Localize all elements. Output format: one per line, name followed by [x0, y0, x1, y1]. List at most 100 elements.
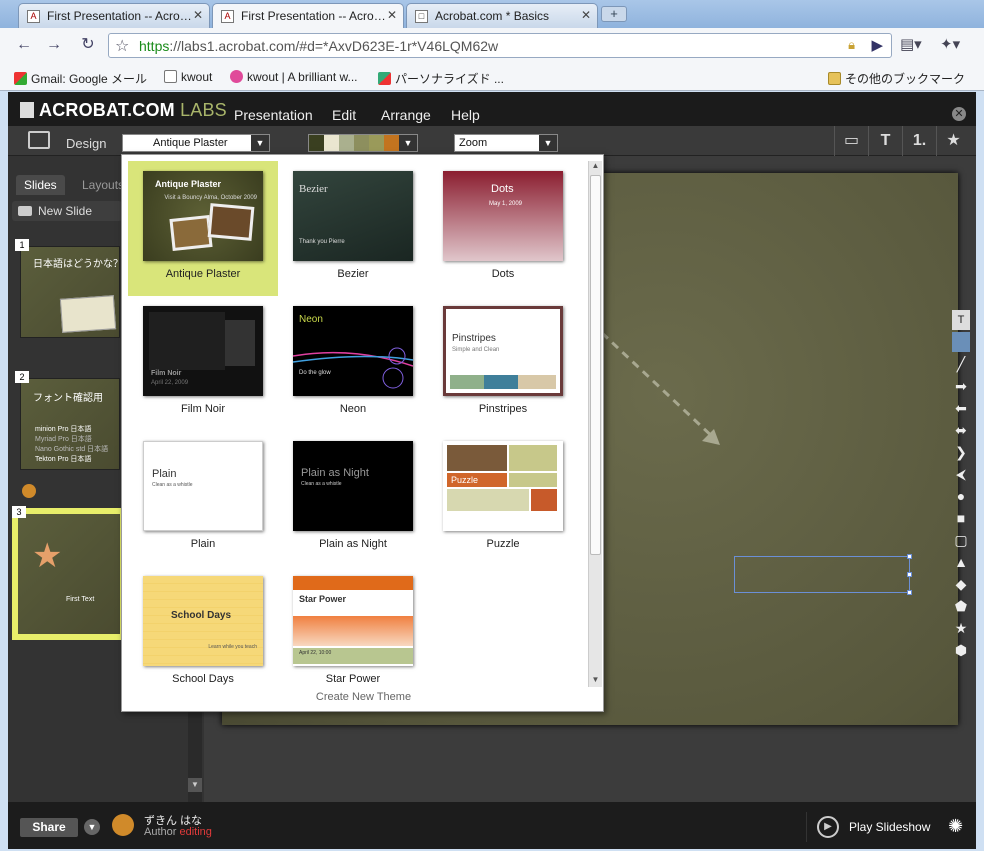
color-bar — [450, 375, 484, 389]
back-icon[interactable]: ← — [12, 34, 36, 56]
theme-select[interactable]: Antique Plaster ▼ — [122, 134, 270, 152]
theme-thumbnail: Dots May 1, 2009 — [443, 171, 563, 261]
theme-plain[interactable]: Plain Clean as a whistle Plain — [128, 431, 278, 566]
decor-block — [149, 312, 225, 370]
theme-dots[interactable]: Dots May 1, 2009 Dots — [428, 161, 578, 296]
bookmark-kwout[interactable]: kwout — [164, 70, 212, 84]
tab-layouts[interactable]: Layouts — [82, 178, 124, 192]
bookmark-personalized[interactable]: パーソナライズド ... — [378, 70, 504, 87]
zoom-select[interactable]: Zoom ▼ — [454, 134, 558, 152]
slide-number: 2 — [15, 371, 29, 383]
pentagon-icon[interactable]: ⬟ — [952, 596, 970, 616]
arrow-right-icon[interactable]: ➡ — [952, 376, 970, 396]
theme-puzzle[interactable]: Puzzle Puzzle — [428, 431, 578, 566]
forward-icon[interactable]: → — [42, 34, 66, 56]
slide-thumbnail-2[interactable]: 2 フォント確認用 minion Pro 日本語 Myriad Pro 日本語 … — [15, 371, 120, 470]
close-tab-icon[interactable]: ✕ — [581, 8, 591, 22]
pdf-icon: A — [221, 10, 234, 23]
diamond-icon[interactable]: ◆ — [952, 574, 970, 594]
new-slide-button[interactable]: New Slide — [12, 201, 122, 221]
theme-thumbnail: Star Power April 22, 10:00 — [293, 576, 413, 666]
chevron-icon[interactable]: ❯ — [952, 442, 970, 462]
shape-toolbar: T ╱ ➡ ⬅ ⬌ ❯ ⮜ ● ■ ▢ ▲ ◆ ⬟ ★ ⬢ — [952, 310, 972, 662]
create-new-theme-link[interactable]: Create New Theme — [122, 691, 605, 703]
theme-school-days[interactable]: School Days Learn while you teach School… — [128, 566, 278, 701]
puzzle-block — [531, 489, 557, 511]
arrow-left-icon[interactable]: ⬅ — [952, 398, 970, 418]
theme-thumbnail: Neon Do the glow — [293, 306, 413, 396]
slide-number: 1 — [15, 239, 29, 251]
line-icon[interactable]: ╱ — [952, 354, 970, 374]
resize-handle[interactable] — [907, 590, 912, 595]
palette-swatch — [324, 135, 339, 151]
triangle-icon[interactable]: ▲ — [952, 552, 970, 572]
star-tool-button[interactable]: ★ — [936, 126, 970, 156]
resize-handle[interactable] — [907, 572, 912, 577]
folder-icon — [828, 72, 841, 85]
go-icon[interactable]: ▶ — [871, 36, 883, 54]
bookmark-star-icon[interactable]: ☆ — [115, 36, 129, 56]
menu-presentation[interactable]: Presentation — [234, 107, 313, 123]
theme-star-power[interactable]: Star Power April 22, 10:00 Star Power — [278, 566, 428, 701]
puzzle-block — [509, 445, 557, 471]
star-shape-icon[interactable]: ★ — [952, 618, 970, 638]
text-tool-button[interactable]: T — [868, 126, 902, 156]
slide-thumbnail-3[interactable]: 3 ★ First Text — [12, 506, 126, 640]
theme-neon[interactable]: Neon Do the glow Neon — [278, 296, 428, 431]
close-tab-icon[interactable]: ✕ — [387, 8, 397, 22]
image-icon[interactable] — [952, 332, 970, 352]
tab-slides[interactable]: Slides — [16, 175, 65, 195]
page-menu-icon[interactable]: ▤▾ — [900, 35, 922, 53]
double-arrow-icon[interactable]: ⬌ — [952, 420, 970, 440]
theme-film-noir[interactable]: Film Noir April 22, 2009 Film Noir — [128, 296, 278, 431]
theme-pinstripes[interactable]: Pinstripes Simple and Clean Pinstripes — [428, 296, 578, 431]
reload-icon[interactable]: ↻ — [76, 34, 100, 56]
browser-tab-1[interactable]: A First Presentation -- Acro… ✕ — [18, 3, 210, 28]
theme-label: Pinstripes — [478, 403, 528, 415]
theme-antique-plaster[interactable]: Antique Plaster Visit a Bouncy Alma, Oct… — [128, 161, 278, 296]
browser-tab-2[interactable]: A First Presentation -- Acro… ✕ — [212, 3, 404, 28]
bookmark-other[interactable]: その他のブックマーク — [828, 70, 965, 87]
hexagon-icon[interactable]: ⬢ — [952, 640, 970, 660]
color-palette-select[interactable]: ▼ — [308, 134, 418, 152]
numbering-tool-button[interactable]: 1. — [902, 126, 936, 156]
share-button[interactable]: Share — [20, 818, 78, 837]
address-bar[interactable]: ☆ https://labs1.acrobat.com/#d=*AxvD623E… — [108, 33, 892, 58]
text-box-icon[interactable]: T — [952, 310, 970, 330]
bookmark-gmail[interactable]: Gmail: Google メール — [14, 70, 147, 87]
bookmark-kwout-brilliant[interactable]: kwout | A brilliant w... — [230, 70, 358, 84]
theme-label: Puzzle — [486, 538, 520, 550]
browser-tab-3[interactable]: □ Acrobat.com * Basics ✕ — [406, 3, 598, 28]
google-icon — [14, 72, 27, 85]
scroll-down-icon[interactable]: ▼ — [188, 778, 202, 792]
slide-thumbnail-1[interactable]: 1 日本語はどうかな？ — [15, 239, 123, 338]
pentagon-arrow-icon[interactable]: ⮜ — [952, 464, 970, 484]
browser-tab-title: Acrobat.com * Basics — [435, 9, 550, 23]
menu-arrange[interactable]: Arrange — [381, 107, 431, 123]
menu-edit[interactable]: Edit — [332, 107, 356, 123]
close-tab-icon[interactable]: ✕ — [193, 8, 203, 22]
text-box[interactable] — [734, 554, 912, 595]
theme-scrollbar[interactable]: ▲ ▼ — [588, 161, 602, 687]
theme-label: Dots — [491, 268, 515, 280]
circle-icon[interactable]: ● — [952, 486, 970, 506]
scroll-up-icon[interactable]: ▲ — [589, 161, 602, 173]
theme-thumbnail: Pinstripes Simple and Clean — [443, 306, 563, 396]
shape-tool-button[interactable]: ▭ — [834, 126, 868, 156]
wrench-icon[interactable]: ✦▾ — [940, 35, 960, 53]
scroll-thumb[interactable] — [590, 175, 601, 555]
theme-bezier[interactable]: Bezier Thank you Pierre Bezier — [278, 161, 428, 296]
square-icon[interactable]: ■ — [952, 508, 970, 528]
menu-help[interactable]: Help — [451, 107, 480, 123]
theme-plain-as-night[interactable]: Plain as Night Clean as a whistle Plain … — [278, 431, 428, 566]
palette-swatch — [309, 135, 324, 151]
new-tab-button[interactable]: + — [601, 6, 627, 22]
resize-handle[interactable] — [907, 554, 912, 559]
share-options-icon[interactable]: ▼ — [84, 819, 100, 835]
scroll-down-icon[interactable]: ▼ — [589, 675, 602, 687]
theme-thumbnail: Plain Clean as a whistle — [143, 441, 263, 531]
play-slideshow-button[interactable]: ▶ Play Slideshow — [806, 812, 936, 842]
close-icon[interactable]: ✕ — [952, 107, 966, 121]
theme-label: Bezier — [337, 268, 369, 280]
rounded-square-icon[interactable]: ▢ — [952, 530, 970, 550]
